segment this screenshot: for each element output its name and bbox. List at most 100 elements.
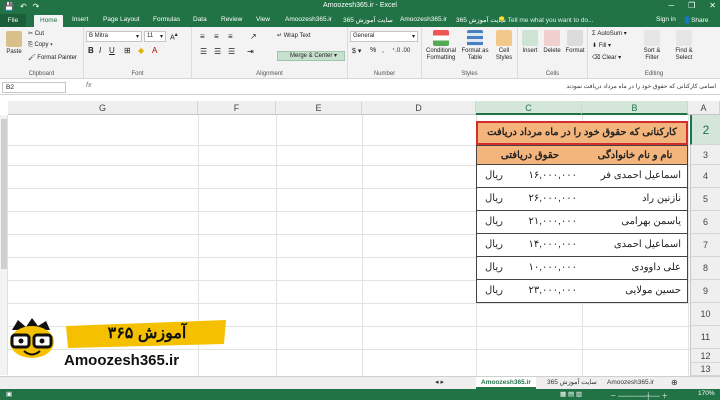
cell-styles-button[interactable]: Cell Styles (492, 30, 516, 62)
font-size-select[interactable]: 11 ▾ (144, 31, 166, 42)
add-sheet-icon[interactable]: ⊕ (666, 377, 683, 389)
tab-page-layout[interactable]: Page Layout (103, 16, 140, 23)
bold-button[interactable]: B (88, 46, 94, 55)
align-center-icon[interactable]: ☰ (214, 47, 221, 56)
align-right-icon[interactable]: ☰ (228, 47, 235, 56)
tab-amoozesh-2[interactable]: Amoozesh365.ir (400, 16, 447, 23)
name-cell[interactable]: یاسمن بهرامی (582, 211, 688, 234)
fx-icon[interactable]: fx (86, 82, 91, 89)
restore-button[interactable]: ❐ (688, 1, 695, 10)
table-title-cell[interactable]: کارکنانی که حقوق خود را در ماه مرداد دری… (476, 121, 688, 145)
merge-center-button[interactable]: Merge & Center ▾ (277, 51, 345, 61)
salary-cell[interactable]: ۱۰,۰۰۰,۰۰۰ ریال (476, 257, 583, 280)
sheet-tab-amoozesh-2[interactable]: Amoozesh365.ir (602, 377, 659, 389)
sign-in-link[interactable]: Sign in (656, 16, 676, 23)
borders-icon[interactable]: ⊞ (124, 46, 131, 55)
zoom-slider[interactable]: － ──────┼── ＋ (610, 390, 668, 400)
conditional-formatting-button[interactable]: Conditional Formatting (424, 30, 458, 62)
fill-button[interactable]: ⬇ Fill ▾ (592, 42, 611, 49)
tell-me-box[interactable]: 💡 Tell me what you want to do... (498, 16, 593, 24)
autosum-button[interactable]: Σ AutoSum ▾ (592, 30, 627, 37)
italic-button[interactable]: I (99, 46, 101, 55)
format-painter-button[interactable]: 🖌 Format Painter (28, 54, 77, 61)
salary-cell[interactable]: ۱۶,۰۰۰,۰۰۰ ریال (476, 165, 583, 188)
percent-icon[interactable]: % (370, 47, 376, 54)
scroll-thumb[interactable] (1, 119, 7, 269)
tab-home[interactable]: Home (34, 15, 64, 27)
fill-color-icon[interactable]: ◆ (138, 46, 144, 55)
column-header-b[interactable]: B (582, 101, 688, 115)
indent-icon[interactable]: ⇥ (247, 47, 254, 56)
column-header-d[interactable]: D (362, 101, 476, 115)
tab-insert[interactable]: Insert (72, 16, 88, 23)
formula-input[interactable]: اسامی کارکنانی که حقوق خود را در ماه مرد… (168, 82, 716, 93)
header-salary-cell[interactable]: حقوق دریافتی (476, 145, 583, 165)
row-header-13[interactable]: 13 (690, 363, 720, 376)
copy-button[interactable]: ⎘ Copy ▾ (28, 42, 53, 49)
row-header-7[interactable]: 7 (690, 234, 720, 257)
font-grow-icon[interactable]: A▴ (170, 32, 178, 41)
font-color-icon[interactable]: A (152, 46, 157, 55)
row-header-8[interactable]: 8 (690, 257, 720, 280)
salary-cell[interactable]: ۱۴,۰۰۰,۰۰۰ ریال (476, 234, 583, 257)
clear-button[interactable]: ⌫ Clear ▾ (592, 54, 621, 61)
salary-cell[interactable]: ۲۳,۰۰۰,۰۰۰ ریال (476, 280, 583, 303)
column-header-f[interactable]: F (198, 101, 276, 115)
sheet-nav-icon[interactable]: ◂ ▸ (430, 377, 449, 389)
row-header-10[interactable]: 10 (690, 303, 720, 326)
align-middle-icon[interactable]: ≡ (214, 32, 219, 41)
align-left-icon[interactable]: ☰ (200, 47, 207, 56)
name-box[interactable]: B2 (2, 82, 66, 93)
row-header-9[interactable]: 9 (690, 280, 720, 303)
column-header-a[interactable]: A (688, 101, 720, 115)
name-cell[interactable]: نازنین راد (582, 188, 688, 211)
row-header-6[interactable]: 6 (690, 211, 720, 234)
font-name-select[interactable]: B Mitra ▾ (86, 31, 142, 42)
align-bottom-icon[interactable]: ≡ (228, 32, 233, 41)
salary-cell[interactable]: ۲۶,۰۰۰,۰۰۰ ریال (476, 188, 583, 211)
tab-file[interactable]: File (0, 14, 26, 27)
row-header-3[interactable]: 3 (690, 145, 720, 165)
sheet-tab-amoozesh[interactable]: Amoozesh365.ir (476, 377, 536, 389)
tab-formulas[interactable]: Formulas (153, 16, 180, 23)
zoom-level[interactable]: 170% (698, 390, 715, 397)
row-header-5[interactable]: 5 (690, 188, 720, 211)
tab-data[interactable]: Data (193, 16, 207, 23)
row-header-11[interactable]: 11 (690, 326, 720, 349)
comma-icon[interactable]: , (382, 47, 384, 54)
tab-view[interactable]: View (256, 16, 270, 23)
column-header-c[interactable]: C (476, 101, 582, 115)
delete-button[interactable]: Delete (542, 30, 562, 55)
header-name-cell[interactable]: نام و نام خانوادگی (582, 145, 688, 165)
align-top-icon[interactable]: ≡ (200, 32, 205, 41)
column-header-g[interactable]: G (8, 101, 198, 115)
close-button[interactable]: ✕ (709, 1, 716, 10)
sheet-tab-site[interactable]: سایت آموزش 365 (542, 377, 602, 389)
view-buttons[interactable]: ▦ ▤ ▥ (560, 390, 582, 398)
sort-filter-button[interactable]: Sort & Filter (638, 30, 666, 62)
number-format-select[interactable]: General ▾ (350, 31, 418, 42)
name-cell[interactable]: علی داوودی (582, 257, 688, 280)
share-button[interactable]: 👤Share (683, 16, 708, 24)
name-cell[interactable]: اسماعیل احمدی فر (582, 165, 688, 188)
column-header-e[interactable]: E (276, 101, 362, 115)
format-button[interactable]: Format (564, 30, 586, 55)
currency-icon[interactable]: $ ▾ (352, 47, 361, 55)
tab-review[interactable]: Review (221, 16, 242, 23)
insert-button[interactable]: Insert (520, 30, 540, 55)
find-select-button[interactable]: Find & Select (670, 30, 698, 62)
underline-button[interactable]: U (109, 46, 115, 55)
decimal-icon[interactable]: ⁺.0 .00 (392, 47, 410, 54)
minimize-button[interactable]: ─ (668, 1, 674, 10)
wrap-text-button[interactable]: ↵ Wrap Text (277, 32, 311, 39)
tab-site-1[interactable]: سایت آموزش 365 (343, 16, 393, 24)
name-cell[interactable]: اسماعیل احمدی (582, 234, 688, 257)
paste-button[interactable]: Paste (3, 31, 25, 56)
row-header-12[interactable]: 12 (690, 349, 720, 363)
row-header-4[interactable]: 4 (690, 165, 720, 188)
name-cell[interactable]: حسین مولایی (582, 280, 688, 303)
format-as-table-button[interactable]: Format as Table (460, 30, 490, 62)
orientation-icon[interactable]: ↗ (250, 32, 257, 41)
row-header-2[interactable]: 2 (690, 115, 720, 145)
salary-cell[interactable]: ۲۱,۰۰۰,۰۰۰ ریال (476, 211, 583, 234)
